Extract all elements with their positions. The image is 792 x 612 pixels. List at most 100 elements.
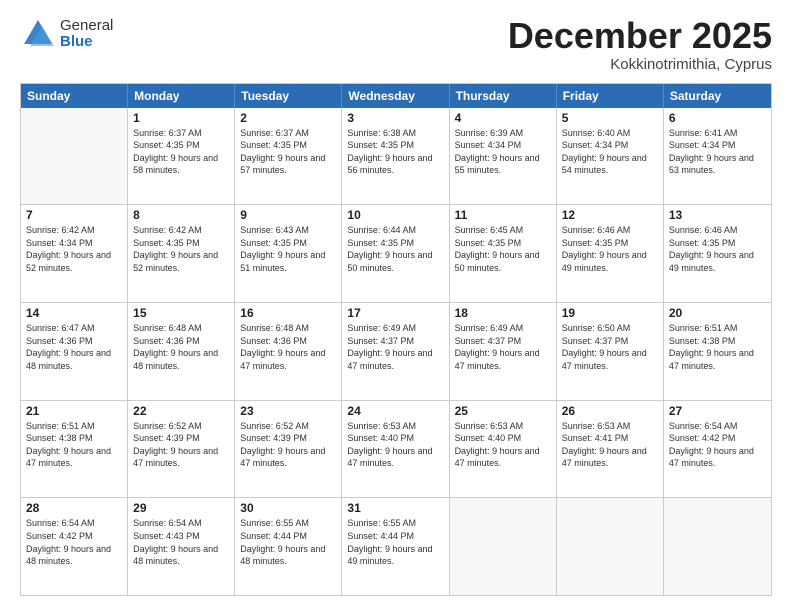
daylight-text: Daylight: 9 hours and 47 minutes. <box>669 445 766 470</box>
logo-text: General Blue <box>60 18 113 51</box>
calendar-cell: 27Sunrise: 6:54 AMSunset: 4:42 PMDayligh… <box>664 401 771 498</box>
calendar-cell: 15Sunrise: 6:48 AMSunset: 4:36 PMDayligh… <box>128 303 235 400</box>
logo-icon <box>20 16 56 52</box>
sunrise-text: Sunrise: 6:40 AM <box>562 127 658 140</box>
daylight-text: Daylight: 9 hours and 51 minutes. <box>240 249 336 274</box>
day-number: 24 <box>347 404 443 418</box>
header-day-tuesday: Tuesday <box>235 84 342 108</box>
day-number: 16 <box>240 306 336 320</box>
day-number: 2 <box>240 111 336 125</box>
daylight-text: Daylight: 9 hours and 47 minutes. <box>562 347 658 372</box>
day-number: 6 <box>669 111 766 125</box>
sunset-text: Sunset: 4:36 PM <box>133 335 229 348</box>
day-number: 27 <box>669 404 766 418</box>
sunrise-text: Sunrise: 6:51 AM <box>26 420 122 433</box>
calendar-cell: 20Sunrise: 6:51 AMSunset: 4:38 PMDayligh… <box>664 303 771 400</box>
day-number: 9 <box>240 208 336 222</box>
header-day-thursday: Thursday <box>450 84 557 108</box>
daylight-text: Daylight: 9 hours and 47 minutes. <box>240 445 336 470</box>
sunrise-text: Sunrise: 6:37 AM <box>133 127 229 140</box>
sunset-text: Sunset: 4:39 PM <box>133 432 229 445</box>
sunset-text: Sunset: 4:35 PM <box>133 237 229 250</box>
calendar-cell: 6Sunrise: 6:41 AMSunset: 4:34 PMDaylight… <box>664 108 771 205</box>
sunrise-text: Sunrise: 6:41 AM <box>669 127 766 140</box>
daylight-text: Daylight: 9 hours and 49 minutes. <box>347 543 443 568</box>
logo: General Blue <box>20 16 113 52</box>
sunset-text: Sunset: 4:35 PM <box>133 139 229 152</box>
daylight-text: Daylight: 9 hours and 48 minutes. <box>26 347 122 372</box>
sunrise-text: Sunrise: 6:46 AM <box>562 224 658 237</box>
sunset-text: Sunset: 4:36 PM <box>26 335 122 348</box>
daylight-text: Daylight: 9 hours and 52 minutes. <box>133 249 229 274</box>
month-title: December 2025 <box>508 16 772 56</box>
day-number: 17 <box>347 306 443 320</box>
sunrise-text: Sunrise: 6:45 AM <box>455 224 551 237</box>
calendar-cell: 7Sunrise: 6:42 AMSunset: 4:34 PMDaylight… <box>21 205 128 302</box>
calendar-cell <box>557 498 664 595</box>
day-number: 7 <box>26 208 122 222</box>
sunrise-text: Sunrise: 6:55 AM <box>347 517 443 530</box>
calendar-cell: 26Sunrise: 6:53 AMSunset: 4:41 PMDayligh… <box>557 401 664 498</box>
header-day-monday: Monday <box>128 84 235 108</box>
calendar-cell: 28Sunrise: 6:54 AMSunset: 4:42 PMDayligh… <box>21 498 128 595</box>
sunrise-text: Sunrise: 6:46 AM <box>669 224 766 237</box>
day-number: 25 <box>455 404 551 418</box>
sunset-text: Sunset: 4:40 PM <box>455 432 551 445</box>
calendar-header: SundayMondayTuesdayWednesdayThursdayFrid… <box>21 84 771 108</box>
day-number: 8 <box>133 208 229 222</box>
day-number: 5 <box>562 111 658 125</box>
sunrise-text: Sunrise: 6:44 AM <box>347 224 443 237</box>
daylight-text: Daylight: 9 hours and 47 minutes. <box>133 445 229 470</box>
sunset-text: Sunset: 4:44 PM <box>347 530 443 543</box>
sunrise-text: Sunrise: 6:54 AM <box>133 517 229 530</box>
sunrise-text: Sunrise: 6:52 AM <box>240 420 336 433</box>
calendar-cell: 5Sunrise: 6:40 AMSunset: 4:34 PMDaylight… <box>557 108 664 205</box>
day-number: 29 <box>133 501 229 515</box>
calendar-cell: 25Sunrise: 6:53 AMSunset: 4:40 PMDayligh… <box>450 401 557 498</box>
header-day-friday: Friday <box>557 84 664 108</box>
daylight-text: Daylight: 9 hours and 47 minutes. <box>455 347 551 372</box>
calendar-cell: 11Sunrise: 6:45 AMSunset: 4:35 PMDayligh… <box>450 205 557 302</box>
calendar-row-3: 21Sunrise: 6:51 AMSunset: 4:38 PMDayligh… <box>21 401 771 499</box>
sunrise-text: Sunrise: 6:51 AM <box>669 322 766 335</box>
daylight-text: Daylight: 9 hours and 55 minutes. <box>455 152 551 177</box>
calendar-cell: 23Sunrise: 6:52 AMSunset: 4:39 PMDayligh… <box>235 401 342 498</box>
sunrise-text: Sunrise: 6:47 AM <box>26 322 122 335</box>
sunrise-text: Sunrise: 6:48 AM <box>240 322 336 335</box>
sunrise-text: Sunrise: 6:53 AM <box>455 420 551 433</box>
daylight-text: Daylight: 9 hours and 47 minutes. <box>26 445 122 470</box>
sunset-text: Sunset: 4:36 PM <box>240 335 336 348</box>
calendar-cell: 17Sunrise: 6:49 AMSunset: 4:37 PMDayligh… <box>342 303 449 400</box>
day-number: 4 <box>455 111 551 125</box>
day-number: 12 <box>562 208 658 222</box>
calendar-cell: 8Sunrise: 6:42 AMSunset: 4:35 PMDaylight… <box>128 205 235 302</box>
daylight-text: Daylight: 9 hours and 47 minutes. <box>669 347 766 372</box>
calendar-cell: 2Sunrise: 6:37 AMSunset: 4:35 PMDaylight… <box>235 108 342 205</box>
sunset-text: Sunset: 4:42 PM <box>669 432 766 445</box>
sunrise-text: Sunrise: 6:38 AM <box>347 127 443 140</box>
day-number: 1 <box>133 111 229 125</box>
daylight-text: Daylight: 9 hours and 58 minutes. <box>133 152 229 177</box>
daylight-text: Daylight: 9 hours and 49 minutes. <box>669 249 766 274</box>
calendar-cell <box>450 498 557 595</box>
sunrise-text: Sunrise: 6:43 AM <box>240 224 336 237</box>
sunrise-text: Sunrise: 6:49 AM <box>455 322 551 335</box>
sunrise-text: Sunrise: 6:49 AM <box>347 322 443 335</box>
daylight-text: Daylight: 9 hours and 47 minutes. <box>347 347 443 372</box>
sunset-text: Sunset: 4:35 PM <box>347 237 443 250</box>
day-number: 21 <box>26 404 122 418</box>
calendar-row-0: 1Sunrise: 6:37 AMSunset: 4:35 PMDaylight… <box>21 108 771 206</box>
sunset-text: Sunset: 4:37 PM <box>562 335 658 348</box>
calendar-row-4: 28Sunrise: 6:54 AMSunset: 4:42 PMDayligh… <box>21 498 771 595</box>
sunset-text: Sunset: 4:38 PM <box>26 432 122 445</box>
calendar-cell <box>664 498 771 595</box>
sunset-text: Sunset: 4:34 PM <box>669 139 766 152</box>
calendar-row-1: 7Sunrise: 6:42 AMSunset: 4:34 PMDaylight… <box>21 205 771 303</box>
day-number: 15 <box>133 306 229 320</box>
day-number: 31 <box>347 501 443 515</box>
sunset-text: Sunset: 4:43 PM <box>133 530 229 543</box>
daylight-text: Daylight: 9 hours and 54 minutes. <box>562 152 658 177</box>
sunset-text: Sunset: 4:35 PM <box>562 237 658 250</box>
calendar-cell: 9Sunrise: 6:43 AMSunset: 4:35 PMDaylight… <box>235 205 342 302</box>
calendar-cell: 29Sunrise: 6:54 AMSunset: 4:43 PMDayligh… <box>128 498 235 595</box>
